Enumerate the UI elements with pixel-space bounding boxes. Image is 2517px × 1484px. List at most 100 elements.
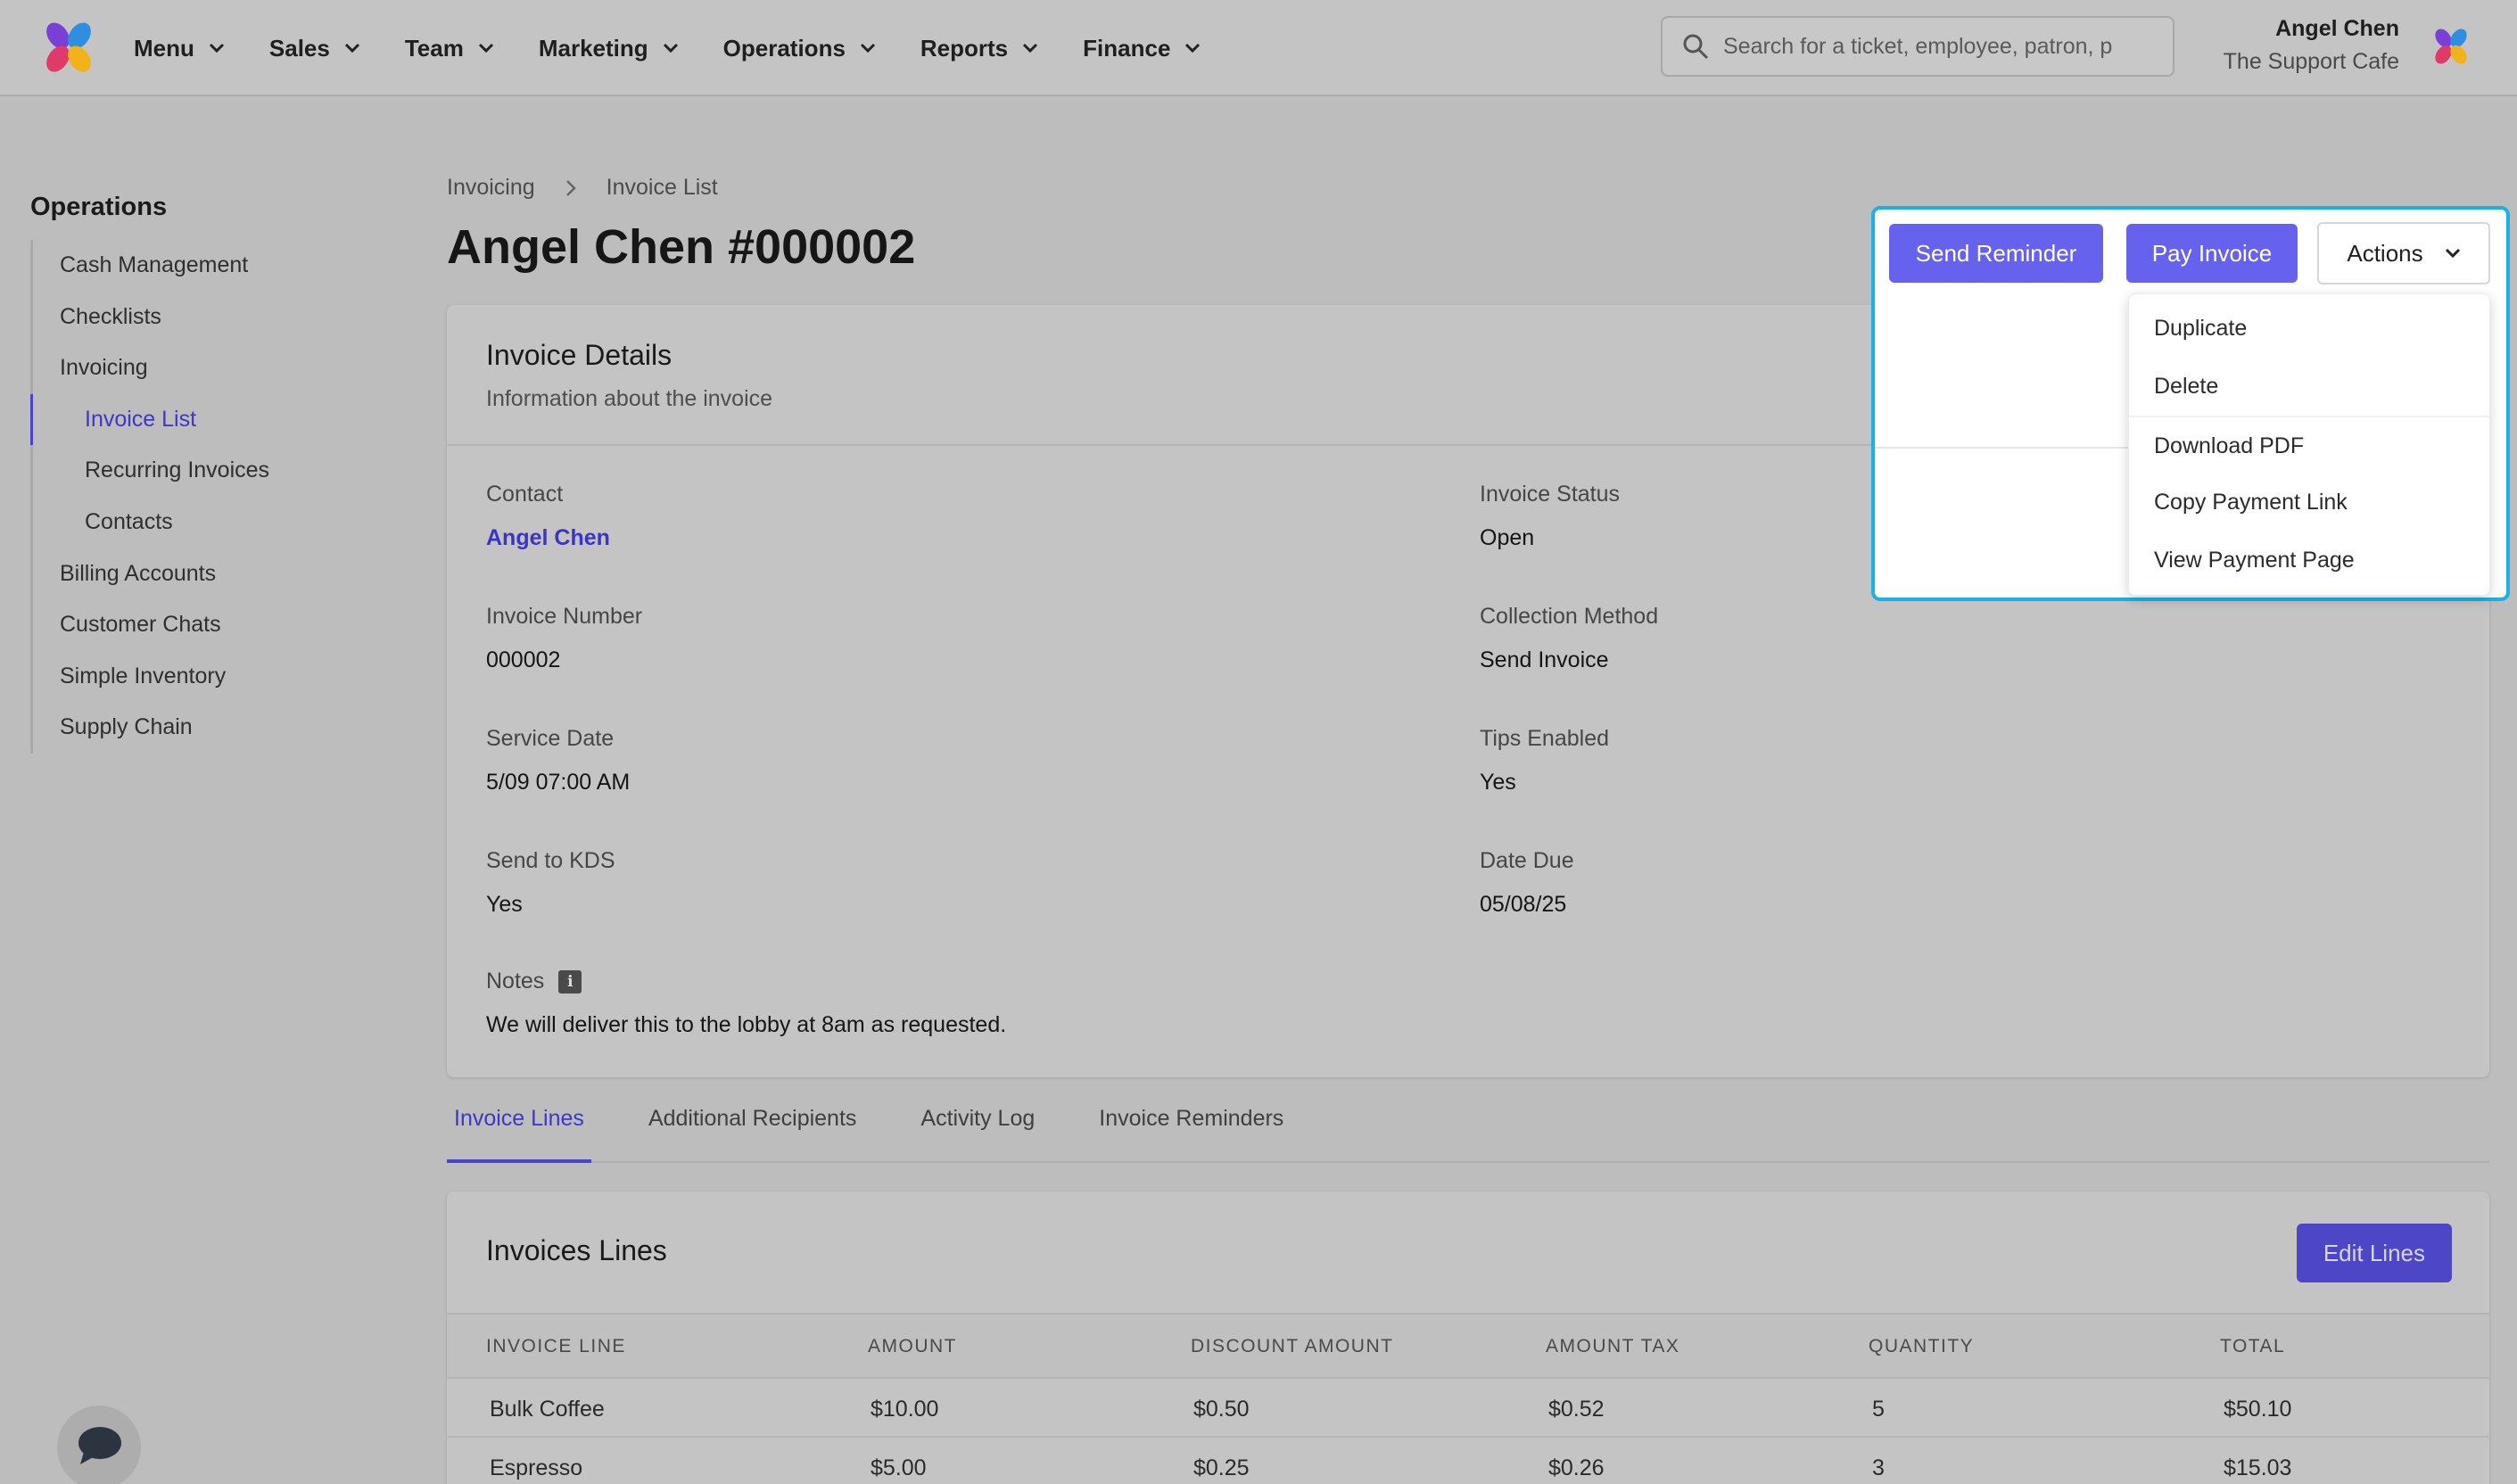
field-label-notes: Notes i [486, 969, 1006, 994]
chevron-down-icon [478, 43, 493, 54]
field-label: Send to KDS [486, 848, 615, 873]
breadcrumb: Invoicing Invoice List [447, 175, 718, 201]
field-label: Collection Method [1480, 604, 1659, 629]
org-logo-icon[interactable] [2431, 27, 2471, 66]
table-cell: $5.00 [871, 1455, 927, 1480]
field-label: Contact [486, 482, 564, 507]
nav-label: Team [404, 34, 464, 62]
field-service-date: Service Date 5/09 07:00 AM [486, 726, 630, 796]
field-notes: Notes i We will deliver this to the lobb… [486, 969, 1006, 1038]
table-cell: $50.10 [2224, 1397, 2292, 1422]
sidebar-item-recurring-invoices[interactable]: Recurring Invoices [33, 445, 405, 497]
top-bar: Menu Sales Team Marketing Operations Rep… [0, 0, 2517, 96]
nav-reports[interactable]: Reports [920, 35, 1038, 62]
page: Menu Sales Team Marketing Operations Rep… [0, 0, 2517, 1484]
table-row[interactable]: Bulk Coffee $10.00 $0.50 $0.52 5 $50.10 [447, 1379, 2489, 1438]
menu-item-download-pdf[interactable]: Download PDF [2129, 416, 2489, 474]
field-value: Yes [1480, 770, 1516, 795]
field-value: We will deliver this to the lobby at 8am… [486, 1012, 1007, 1037]
divider [1875, 447, 2142, 449]
chevron-down-icon [1023, 43, 1038, 54]
tab-additional-recipients[interactable]: Additional Recipients [641, 1081, 863, 1163]
table-row[interactable]: Espresso $5.00 $0.25 $0.26 3 $15.03 [447, 1438, 2489, 1484]
nav-label: Marketing [538, 34, 648, 62]
field-label: Service Date [486, 726, 615, 751]
search-input[interactable] [1723, 33, 2142, 60]
field-value: Send Invoice [1480, 647, 1609, 672]
lines-header: Invoices Lines Edit Lines [447, 1191, 2489, 1315]
table-cell: $0.25 [1193, 1455, 1250, 1480]
table-cell: Espresso [490, 1455, 583, 1480]
page-title: Angel Chen #000002 [447, 220, 916, 274]
nav-operations[interactable]: Operations [723, 35, 876, 62]
user-info[interactable]: Angel Chen The Support Cafe [2224, 16, 2399, 75]
user-name: Angel Chen [2275, 16, 2399, 41]
field-label: Tips Enabled [1480, 726, 1609, 751]
table-cell: $10.00 [871, 1397, 939, 1422]
field-value: 000002 [486, 647, 561, 672]
sidebar-item-checklists[interactable]: Checklists [33, 292, 405, 343]
info-icon[interactable]: i [558, 969, 582, 993]
column-header: TOTAL [2220, 1336, 2286, 1356]
lines-title: Invoices Lines [486, 1234, 667, 1266]
menu-item-copy-payment-link[interactable]: Copy Payment Link [2129, 474, 2489, 532]
nav-label: Reports [920, 34, 1009, 62]
sidebar-item-invoice-list[interactable]: Invoice List [30, 393, 405, 446]
chevron-down-icon [344, 43, 359, 54]
table-cell: 5 [1872, 1397, 1885, 1422]
nav-sales[interactable]: Sales [269, 35, 360, 62]
send-reminder-button[interactable]: Send Reminder [1889, 224, 2103, 283]
field-invoice-number: Invoice Number 000002 [486, 604, 642, 673]
main-nav: Menu Sales Team Marketing Operations Rep… [134, 0, 1245, 96]
table-cell: $15.03 [2224, 1455, 2292, 1480]
sidebar: Operations Cash Management Checklists In… [30, 193, 405, 754]
chevron-right-icon [565, 179, 576, 196]
chevron-down-icon [860, 43, 875, 54]
field-value: 5/09 07:00 AM [486, 770, 631, 795]
field-label: Date Due [1480, 848, 1574, 873]
field-collection-method: Collection Method Send Invoice [1480, 604, 1658, 673]
nav-marketing[interactable]: Marketing [539, 35, 679, 62]
tab-activity-log[interactable]: Activity Log [913, 1081, 1042, 1163]
table-cell: $0.52 [1548, 1397, 1605, 1422]
chat-icon [78, 1427, 121, 1464]
sidebar-item-billing-accounts[interactable]: Billing Accounts [33, 548, 405, 600]
chat-button[interactable] [57, 1406, 141, 1484]
org-name: The Support Cafe [2223, 49, 2399, 74]
tab-invoice-reminders[interactable]: Invoice Reminders [1092, 1081, 1291, 1163]
sidebar-item-cash-management[interactable]: Cash Management [33, 240, 405, 292]
contact-link[interactable]: Angel Chen [486, 525, 610, 551]
nav-finance[interactable]: Finance [1083, 35, 1201, 62]
app-logo-icon[interactable] [41, 20, 96, 75]
breadcrumb-invoicing[interactable]: Invoicing [447, 175, 535, 201]
column-header: AMOUNT [868, 1336, 957, 1356]
field-invoice-status: Invoice Status Open [1480, 482, 1620, 551]
pay-invoice-button[interactable]: Pay Invoice [2126, 224, 2298, 283]
breadcrumb-invoice-list[interactable]: Invoice List [607, 175, 718, 201]
menu-item-delete[interactable]: Delete [2129, 358, 2489, 416]
table-cell: $0.50 [1193, 1397, 1250, 1422]
table-cell: 3 [1872, 1455, 1885, 1480]
nav-label: Operations [722, 34, 846, 62]
search-box[interactable] [1661, 16, 2175, 77]
sidebar-item-contacts[interactable]: Contacts [33, 497, 405, 548]
sidebar-item-supply-chain[interactable]: Supply Chain [33, 702, 405, 754]
sidebar-item-invoicing[interactable]: Invoicing [33, 342, 405, 394]
actions-label: Actions [2347, 239, 2423, 267]
nav-menu[interactable]: Menu [134, 35, 225, 62]
actions-dropdown-button[interactable]: Actions [2317, 222, 2490, 284]
field-contact: Contact Angel Chen [486, 482, 610, 551]
menu-item-duplicate[interactable]: Duplicate [2129, 300, 2489, 358]
tab-invoice-lines[interactable]: Invoice Lines [447, 1081, 591, 1163]
edit-lines-button[interactable]: Edit Lines [2296, 1224, 2452, 1282]
table-cell: $0.26 [1548, 1455, 1605, 1480]
actions-panel: Send Reminder Pay Invoice Actions Duplic… [1871, 206, 2510, 601]
field-label: Invoice Status [1480, 482, 1621, 507]
column-header: QUANTITY [1869, 1336, 1975, 1356]
nav-team[interactable]: Team [405, 35, 494, 62]
sidebar-item-customer-chats[interactable]: Customer Chats [33, 599, 405, 651]
menu-item-view-payment-page[interactable]: View Payment Page [2129, 532, 2489, 589]
sidebar-section-title: Operations [30, 193, 168, 221]
chevron-down-icon [1185, 43, 1201, 54]
sidebar-item-simple-inventory[interactable]: Simple Inventory [33, 651, 405, 703]
